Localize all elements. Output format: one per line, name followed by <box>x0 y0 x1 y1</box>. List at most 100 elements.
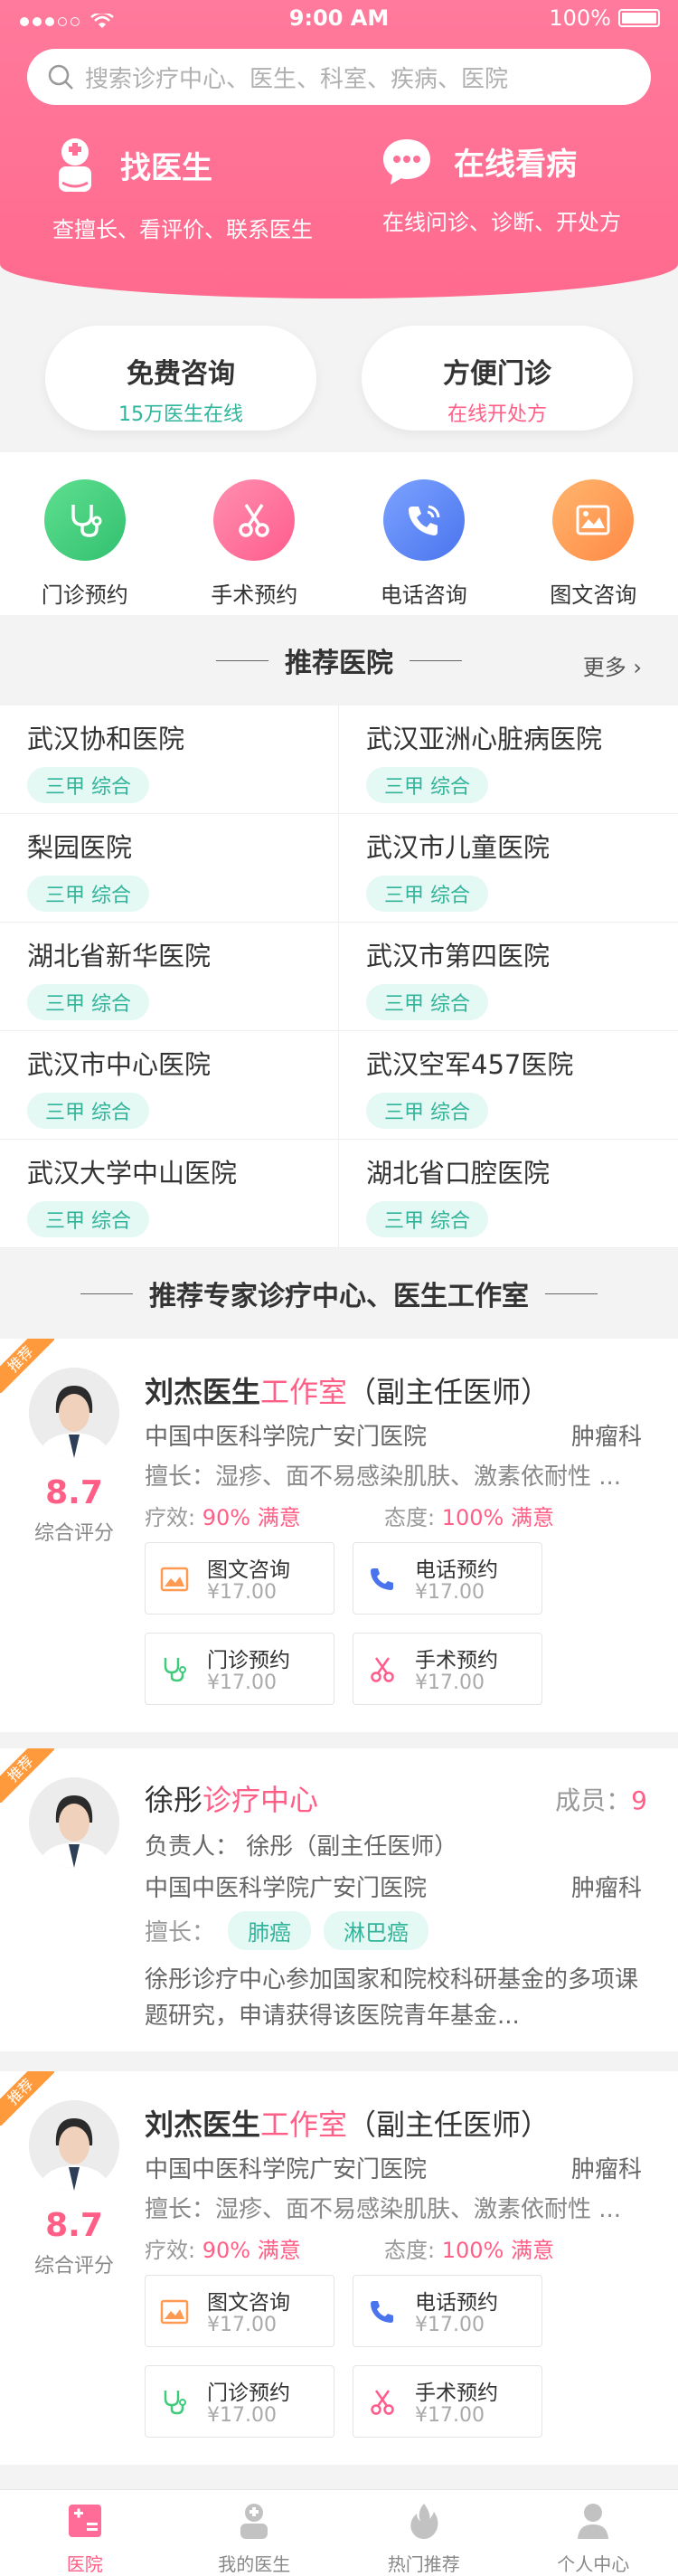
phone-icon <box>368 2297 397 2330</box>
hospitals-title: 推荐医院 <box>285 648 393 679</box>
service-image-consult[interactable]: 图文咨询 ¥17.00 <box>145 2275 334 2347</box>
doctor-title: 刘杰医生工作室（副主任医师） <box>145 1375 551 1409</box>
fire-icon <box>410 2504 438 2539</box>
hospital-item[interactable]: 湖北省口腔医院 三甲 综合 <box>339 1140 678 1248</box>
doctor-studio-card[interactable]: 推荐 8.7 综合评分 刘杰医生工作室（副主任医师） 中国中医科学院广安门医院肿… <box>0 1339 678 1732</box>
category-phone-label: 电话咨询 <box>380 582 467 608</box>
rating-score: 8.7 <box>45 2207 103 2244</box>
online-visit-entry[interactable]: 在线看病 在线问诊、诊断、开处方 <box>339 136 678 262</box>
phone-icon <box>368 1565 397 1597</box>
scissors-icon <box>368 2388 397 2420</box>
clinic-button[interactable]: 方便门诊 在线开处方 <box>362 326 633 431</box>
hospital-item[interactable]: 武汉市儿童医院 三甲 综合 <box>339 814 678 923</box>
hospital-item[interactable]: 湖北省新华医院 三甲 综合 <box>0 923 339 1031</box>
hospital-item[interactable]: 武汉大学中山医院 三甲 综合 <box>0 1140 339 1248</box>
search-icon <box>48 64 73 90</box>
center-description: 徐彤诊疗中心参加国家和院校科研基金的多项课题研究，申请获得该医院青年基金... <box>145 1966 639 2030</box>
service-phone[interactable]: 电话预约 ¥17.00 <box>353 2275 542 2347</box>
rating-label: 综合评分 <box>33 2255 114 2278</box>
person-icon <box>578 2504 609 2539</box>
hospital-tag: 三甲 综合 <box>27 984 149 1020</box>
search-placeholder: 搜索诊疗中心、医生、科室、疾病、医院 <box>85 65 509 93</box>
hospital-tag: 三甲 综合 <box>27 767 149 803</box>
category-surgery[interactable]: 手术预约 <box>170 452 340 615</box>
service-clinic[interactable]: 门诊预约 ¥17.00 <box>145 2365 334 2438</box>
stethoscope-icon <box>43 479 126 561</box>
rating-label: 综合评分 <box>33 1522 114 1545</box>
hospital-item[interactable]: 梨园医院 三甲 综合 <box>0 814 339 923</box>
experts-header: 推荐专家诊疗中心、医生工作室 <box>0 1248 678 1339</box>
tab-label: 医院 <box>66 2553 103 2575</box>
avatar <box>29 1777 119 1868</box>
tab-label: 我的医生 <box>218 2553 291 2575</box>
diagnosis-center-card[interactable]: 推荐 徐彤诊疗中心 成员：9 负责人： 徐彤（副主任医师） 中国中医科学院广安门… <box>0 1748 678 2051</box>
rating-block: 8.7 综合评分 <box>18 2207 130 2278</box>
service-clinic[interactable]: 门诊预约 ¥17.00 <box>145 1633 334 1705</box>
hospital-item[interactable]: 武汉空军457医院 三甲 综合 <box>339 1031 678 1140</box>
service-surgery[interactable]: 手术预约 ¥17.00 <box>353 2365 542 2438</box>
hospital-line: 中国中医科学院广安门医院 肿瘤科 <box>145 1870 642 1903</box>
battery-icon <box>618 9 660 27</box>
hospital-tag: 三甲 综合 <box>366 1201 488 1237</box>
chat-icon <box>383 139 430 185</box>
expertise-tags: 擅长： 肺癌 淋巴癌 <box>145 1911 642 1950</box>
scissors-icon <box>368 1655 397 1688</box>
status-bar: 9:00 AM 100% <box>0 0 678 40</box>
leader-line: 负责人： 徐彤（副主任医师） <box>145 1833 458 1861</box>
hospital-item[interactable]: 武汉市第四医院 三甲 综合 <box>339 923 678 1031</box>
disease-tag: 肺癌 <box>228 1911 312 1950</box>
category-phone[interactable]: 电话咨询 <box>339 452 509 615</box>
free-consult-title: 免费咨询 <box>127 358 235 390</box>
search-input[interactable]: 搜索诊疗中心、医生、科室、疾病、医院 <box>27 49 651 105</box>
dept: 肿瘤科 <box>570 2156 642 2183</box>
hospital-tag: 三甲 综合 <box>366 876 488 912</box>
stethoscope-icon <box>160 2388 189 2420</box>
stethoscope-icon <box>160 1655 189 1688</box>
hospital-item[interactable]: 武汉市中心医院 三甲 综合 <box>0 1031 339 1140</box>
find-doctor-title: 找医生 <box>120 149 212 186</box>
satisfaction-line: 疗效: 90% 满意 态度: 100% 满意 <box>145 1505 554 1530</box>
chevron-right-icon: › <box>633 655 642 680</box>
tab-hospital[interactable]: 医院 <box>0 2490 170 2576</box>
expertise-line: 擅长：湿疹、面不易感染肌肤、激素依耐性 ... <box>145 2196 622 2223</box>
tab-profile[interactable]: 个人中心 <box>509 2490 678 2576</box>
disease-tag: 淋巴癌 <box>324 1911 429 1950</box>
clinic-sub: 在线开处方 <box>447 403 547 426</box>
hospital-tag: 三甲 综合 <box>27 1093 149 1129</box>
hospital-tag: 三甲 综合 <box>366 984 488 1020</box>
free-consult-sub: 15万医生在线 <box>118 403 243 426</box>
image-icon <box>552 479 635 561</box>
tab-my-doctor[interactable]: 我的医生 <box>170 2490 340 2576</box>
hospital-line: 中国中医科学院广安门医院 肿瘤科 <box>145 2151 642 2184</box>
online-visit-title: 在线看病 <box>454 146 577 183</box>
doctor-studio-card[interactable]: 推荐 8.7 综合评分 刘杰医生工作室（副主任医师） 中国中医科学院广安门医院肿… <box>0 2071 678 2465</box>
satisfaction-line: 疗效: 90% 满意 态度: 100% 满意 <box>145 2238 554 2263</box>
category-clinic[interactable]: 门诊预约 <box>0 452 170 615</box>
members-count: 成员：9 <box>555 1785 647 1815</box>
service-surgery[interactable]: 手术预约 ¥17.00 <box>353 1633 542 1705</box>
doctor-icon <box>59 138 91 192</box>
tab-hot[interactable]: 热门推荐 <box>339 2490 509 2576</box>
service-image-consult[interactable]: 图文咨询 ¥17.00 <box>145 1542 334 1615</box>
more-link[interactable]: 更多 › <box>583 649 642 681</box>
free-consult-button[interactable]: 免费咨询 15万医生在线 <box>45 326 316 431</box>
hospital-item[interactable]: 武汉亚洲心脏病医院 三甲 综合 <box>339 706 678 814</box>
category-image[interactable]: 图文咨询 <box>509 452 678 615</box>
category-clinic-label: 门诊预约 <box>41 582 128 608</box>
rating-score: 8.7 <box>45 1474 103 1511</box>
expertise-line: 擅长：湿疹、面不易感染肌肤、激素依耐性 ... <box>145 1463 622 1491</box>
tab-label: 热门推荐 <box>387 2553 460 2575</box>
hospital-item[interactable]: 武汉协和医院 三甲 综合 <box>0 706 339 814</box>
find-doctor-sub: 查擅长、看评价、联系医生 <box>52 217 313 242</box>
hospitals-header: 推荐医院 更多 › <box>0 615 678 706</box>
hospital-grid: 武汉协和医院 三甲 综合 武汉亚洲心脏病医院 三甲 综合 梨园医院 三甲 综合 武汉市… <box>0 706 678 1248</box>
hospital-tag: 三甲 综合 <box>366 767 488 803</box>
experts-title: 推荐专家诊疗中心、医生工作室 <box>149 1281 529 1312</box>
phone-icon <box>382 479 465 561</box>
doctor-title: 刘杰医生工作室（副主任医师） <box>145 2107 551 2142</box>
service-phone[interactable]: 电话预约 ¥17.00 <box>353 1542 542 1615</box>
avatar <box>29 1368 119 1458</box>
find-doctor-entry[interactable]: 找医生 查擅长、看评价、联系医生 <box>0 136 339 262</box>
hospital-tag: 三甲 综合 <box>27 1201 149 1237</box>
doctor-icon <box>240 2504 268 2539</box>
